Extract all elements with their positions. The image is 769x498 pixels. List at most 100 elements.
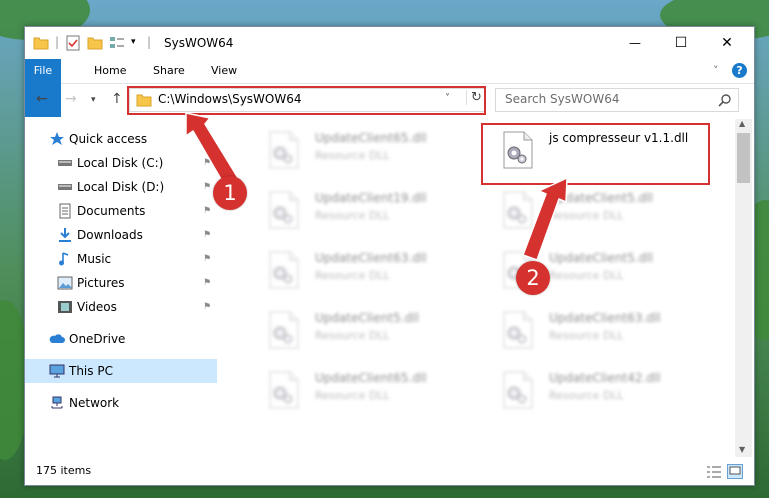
documents-icon (57, 203, 73, 219)
file-item[interactable]: UpdateClient5.dll Resource DLL (259, 305, 489, 363)
status-bar: 175 items (25, 459, 754, 485)
drive-icon (57, 155, 73, 171)
videos-icon (57, 299, 73, 315)
pictures-icon (57, 275, 73, 291)
dll-file-icon (503, 371, 533, 409)
file-type: Resource DLL (549, 209, 624, 222)
sidebar-item-local-disk-d[interactable]: Local Disk (D:) ⚑ (25, 175, 217, 199)
file-item[interactable]: UpdateClient19.dll Resource DLL (259, 185, 489, 243)
pin-icon: ⚑ (203, 230, 212, 240)
file-item[interactable]: UpdateClient65.dll Resource DLL (259, 125, 489, 183)
title-bar: | ▾ | SysWOW64 — ☐ ✕ (25, 27, 754, 59)
pin-icon: ⚑ (203, 206, 212, 216)
dll-file-icon (503, 191, 533, 229)
forward-arrow-icon[interactable]: → (65, 91, 77, 107)
search-box[interactable]: Search SysWOW64 (495, 88, 739, 112)
maximize-button[interactable]: ☐ (658, 27, 704, 59)
file-type: Resource DLL (315, 389, 390, 402)
file-name: UpdateClient5.dll (315, 311, 419, 325)
downloads-icon (57, 227, 73, 243)
expand-ribbon-icon[interactable]: ˅ (703, 59, 729, 83)
details-view-icon[interactable] (706, 465, 722, 479)
customize-toolbar-icon[interactable]: ▾ (131, 37, 136, 47)
sidebar-item-label: Local Disk (C:) (77, 156, 164, 170)
sidebar-item-label: Pictures (77, 276, 125, 290)
file-name: UpdateClient65.dll (315, 131, 427, 145)
this-pc-icon (49, 363, 65, 379)
sidebar-item-label: Quick access (69, 132, 148, 146)
search-input[interactable]: Search SysWOW64 (505, 92, 619, 106)
pin-icon: ⚑ (203, 158, 212, 168)
file-item[interactable]: UpdateClient63.dll Resource DLL (259, 245, 489, 303)
dll-file-icon (269, 131, 299, 169)
separator: | (147, 35, 152, 49)
sidebar-item-documents[interactable]: Documents ⚑ (25, 199, 217, 223)
pin-icon: ⚑ (203, 182, 212, 192)
drive-icon (57, 179, 73, 195)
up-arrow-icon[interactable]: ↑ (111, 91, 123, 107)
file-name: UpdateClient63.dll (549, 311, 661, 325)
help-icon[interactable]: ? (732, 63, 747, 78)
tab-home[interactable]: Home (84, 59, 136, 83)
file-name: UpdateClient63.dll (315, 251, 427, 265)
sidebar-item-label: Network (69, 396, 120, 410)
address-bar-highlight (127, 86, 486, 115)
pin-icon: ⚑ (203, 278, 212, 288)
item-count: 175 items (36, 464, 92, 477)
dll-file-icon (503, 311, 533, 349)
large-icons-view-icon[interactable] (727, 464, 743, 479)
sidebar-item-this-pc[interactable]: This PC (25, 359, 217, 383)
sidebar-item-label: Local Disk (D:) (77, 180, 165, 194)
sidebar-item-videos[interactable]: Videos ⚑ (25, 295, 217, 319)
file-type: Resource DLL (315, 149, 390, 162)
step-2-badge: 2 (516, 261, 550, 295)
navigation-pane: Quick access Local Disk (C:) ⚑ Local Disk (… (25, 119, 217, 455)
close-button[interactable]: ✕ (704, 27, 750, 59)
pin-icon: ⚑ (203, 302, 212, 312)
new-folder-icon[interactable] (87, 35, 103, 51)
file-type: Resource DLL (549, 269, 624, 282)
dll-file-icon (269, 371, 299, 409)
tab-share[interactable]: Share (143, 59, 195, 83)
sidebar-item-music[interactable]: Music ⚑ (25, 247, 217, 271)
file-type: Resource DLL (315, 329, 390, 342)
network-icon (49, 395, 65, 411)
star-icon (49, 131, 65, 147)
pin-icon: ⚑ (203, 254, 212, 264)
sidebar-item-downloads[interactable]: Downloads ⚑ (25, 223, 217, 247)
step-1-badge: 1 (213, 176, 247, 210)
sidebar-item-label: This PC (69, 364, 113, 378)
dll-file-highlight (481, 123, 710, 185)
sidebar-item-label: OneDrive (69, 332, 126, 346)
recent-locations-icon[interactable]: ▾ (91, 95, 96, 105)
sidebar-item-quick-access[interactable]: Quick access (25, 127, 217, 151)
file-item[interactable]: UpdateClient65.dll Resource DLL (259, 365, 489, 423)
minimize-button[interactable]: — (612, 27, 658, 59)
tab-view[interactable]: View (201, 59, 247, 83)
sidebar-item-label: Music (77, 252, 112, 266)
file-item[interactable]: UpdateClient5.dll Resource DLL (493, 185, 723, 243)
sidebar-item-network[interactable]: Network (25, 391, 217, 415)
file-name: UpdateClient5.dll (549, 191, 653, 205)
onedrive-icon (49, 331, 65, 347)
file-type: Resource DLL (549, 389, 624, 402)
file-item[interactable]: UpdateClient63.dll Resource DLL (493, 305, 723, 363)
vertical-scrollbar[interactable]: ▲ ▼ (735, 119, 752, 457)
music-icon (57, 251, 73, 267)
file-item[interactable]: UpdateClient42.dll Resource DLL (493, 365, 723, 423)
search-icon (718, 94, 731, 107)
properties-icon[interactable] (65, 35, 81, 51)
scroll-down-icon[interactable]: ▼ (739, 445, 745, 454)
dll-file-icon (269, 191, 299, 229)
scrollbar-thumb[interactable] (737, 133, 750, 183)
back-arrow-icon[interactable]: ← (36, 91, 48, 107)
sidebar-item-onedrive[interactable]: OneDrive (25, 327, 217, 351)
view-options-icon[interactable] (109, 35, 125, 51)
dll-file-icon (269, 251, 299, 289)
sidebar-item-local-disk-c[interactable]: Local Disk (C:) ⚑ (25, 151, 217, 175)
file-type: Resource DLL (315, 209, 390, 222)
separator: | (55, 35, 60, 49)
sidebar-item-pictures[interactable]: Pictures ⚑ (25, 271, 217, 295)
sidebar-item-label: Documents (77, 204, 146, 218)
scroll-up-icon[interactable]: ▲ (739, 119, 745, 128)
